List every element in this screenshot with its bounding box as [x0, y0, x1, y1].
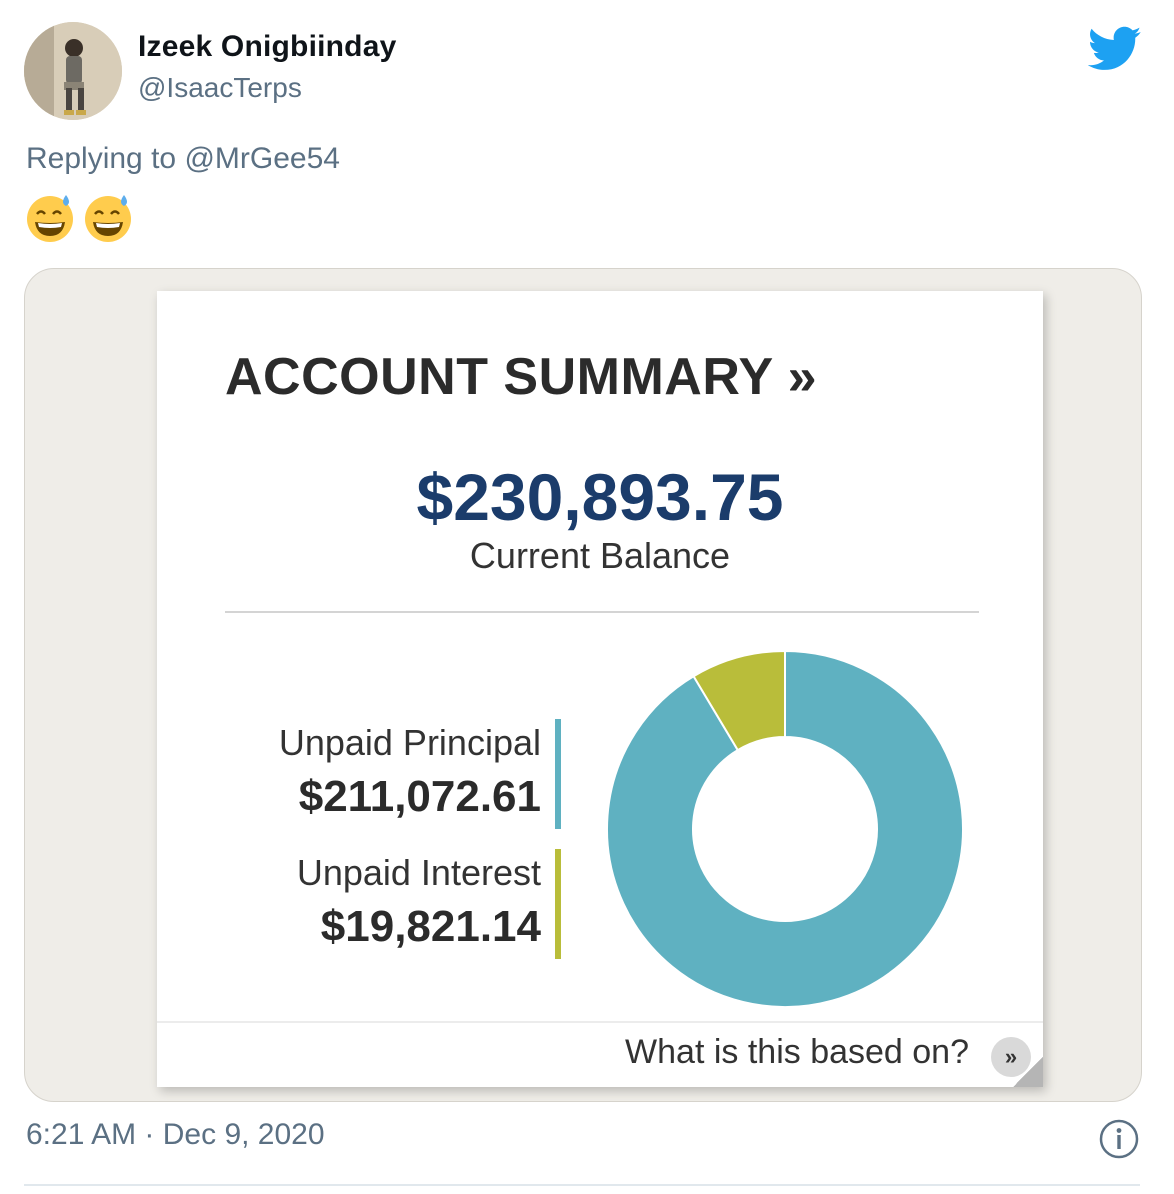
- tweet-time: 6:21 AM: [26, 1118, 137, 1151]
- author-handle[interactable]: @IsaacTerps: [138, 72, 302, 104]
- legend-unpaid-principal: Unpaid Principal $211,072.61: [279, 717, 541, 825]
- author-name[interactable]: Izeek Onigbiinday: [138, 30, 396, 64]
- reply-context: Replying to @MrGee54: [26, 142, 340, 176]
- what-is-this-based-on-link[interactable]: What is this based on?: [625, 1033, 969, 1072]
- principal-color-bar: [555, 719, 561, 829]
- tweet-text: [24, 192, 134, 244]
- footer-divider: [157, 1021, 1043, 1023]
- card-title: ACCOUNT SUMMARY »: [225, 348, 818, 406]
- page-curl-decoration: [1013, 1057, 1043, 1087]
- interest-label: Unpaid Interest: [296, 852, 541, 893]
- reply-prefix: Replying to: [26, 142, 185, 175]
- principal-label: Unpaid Principal: [278, 722, 541, 763]
- grinning-face-with-sweat-emoji: [27, 195, 73, 242]
- current-balance-value: $230,893.75: [416, 460, 784, 534]
- tweet-media[interactable]: ACCOUNT SUMMARY » $230,893.75 Current Ba…: [24, 268, 1142, 1102]
- interest-value: $19,821.14: [320, 902, 541, 951]
- legend-unpaid-interest: Unpaid Interest $19,821.14: [297, 847, 541, 955]
- info-icon[interactable]: [1098, 1118, 1140, 1160]
- avatar-image: [24, 22, 122, 120]
- grinning-face-with-sweat-emoji: [85, 195, 131, 242]
- principal-value: $211,072.61: [298, 772, 541, 821]
- avatar[interactable]: [24, 22, 122, 120]
- interest-color-bar: [555, 849, 561, 959]
- current-balance-label: Current Balance: [469, 535, 731, 576]
- account-summary-card: ACCOUNT SUMMARY » $230,893.75 Current Ba…: [157, 291, 1043, 1087]
- donut-chart: [606, 649, 964, 1008]
- tweet-date: Dec 9, 2020: [162, 1118, 325, 1151]
- tweet-bottom-border: [24, 1184, 1140, 1186]
- separator-dot: ·: [144, 1118, 155, 1151]
- twitter-bird-icon[interactable]: [1088, 26, 1142, 72]
- reply-mention-link[interactable]: @MrGee54: [184, 142, 340, 175]
- tweet-timestamp[interactable]: 6:21 AM · Dec 9, 2020: [26, 1118, 325, 1152]
- divider: [225, 611, 979, 613]
